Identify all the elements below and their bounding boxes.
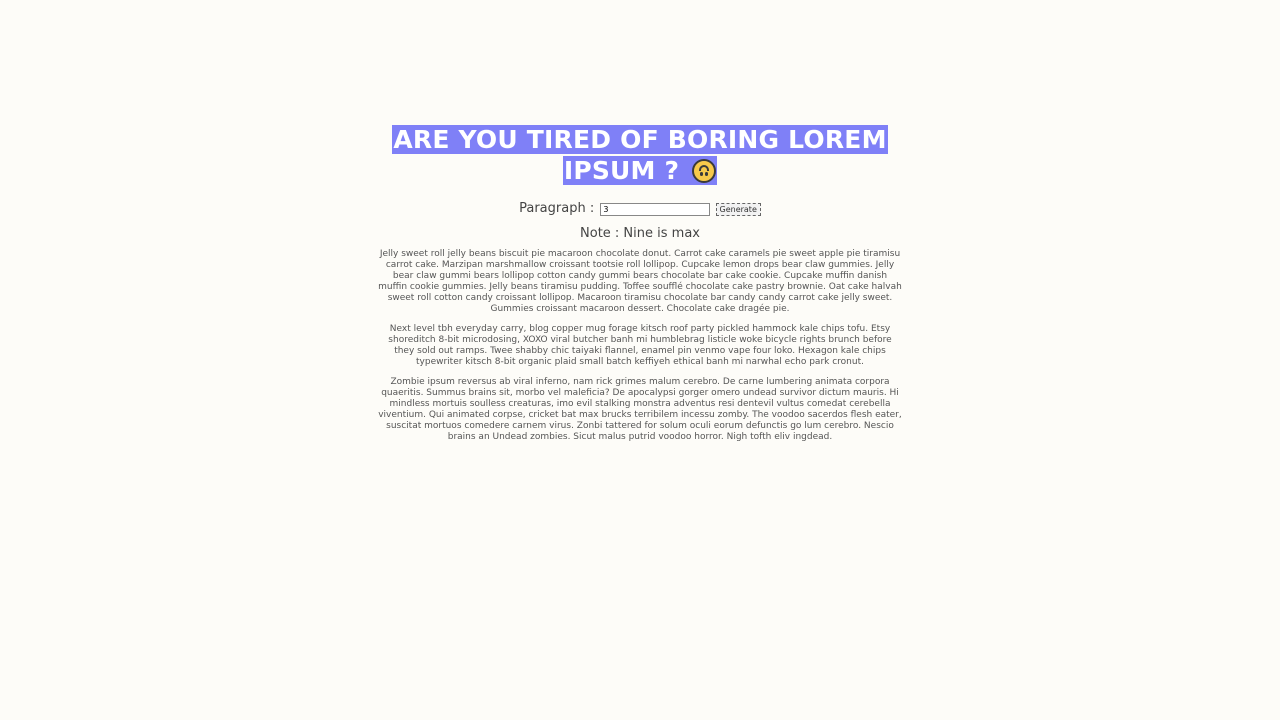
upside-down-face-icon [692, 159, 717, 183]
generated-paragraph: Jelly sweet roll jelly beans biscuit pie… [378, 249, 902, 314]
emoji-left-eye [700, 172, 704, 176]
emoji-mouth [699, 165, 710, 171]
page-title-text: ARE YOU TIRED OF BORING LOREM IPSUM ? [393, 125, 887, 185]
generated-paragraphs: Jelly sweet roll jelly beans biscuit pie… [378, 249, 902, 443]
note-text: Note : Nine is max [580, 226, 700, 241]
generate-button[interactable]: Generate [715, 202, 761, 216]
generated-paragraph: Next level tbh everyday carry, blog copp… [388, 324, 892, 367]
paragraph-label: Paragraph : [519, 201, 595, 216]
paragraph-form: Paragraph : Generate [378, 199, 902, 219]
page-title-highlight: ARE YOU TIRED OF BORING LOREM IPSUM ? [392, 125, 888, 185]
page-title: ARE YOU TIRED OF BORING LOREM IPSUM ? [378, 124, 902, 186]
generated-paragraph: Zombie ipsum reversus ab viral inferno, … [378, 377, 902, 442]
generator-container: ARE YOU TIRED OF BORING LOREM IPSUM ? Pa… [378, 124, 902, 452]
paragraph-count-input[interactable] [600, 202, 711, 216]
emoji-right-eye [705, 172, 709, 176]
